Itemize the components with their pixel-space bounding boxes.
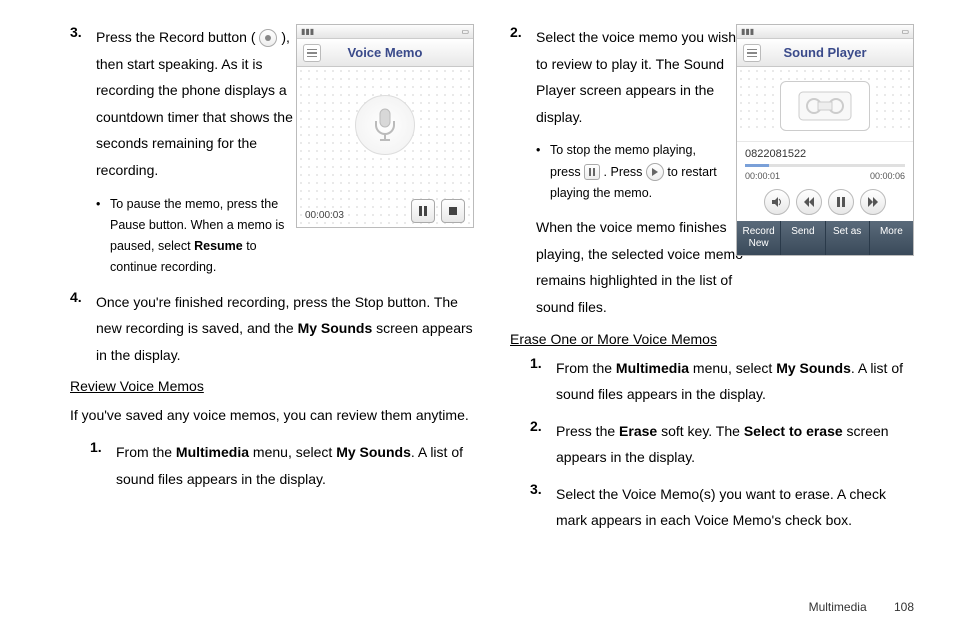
text: soft key. The — [657, 423, 744, 439]
erase-step-3-body: Select the Voice Memo(s) you want to era… — [556, 481, 914, 534]
text-bold: Select to erase — [744, 423, 843, 439]
text-bold: Multimedia — [176, 444, 249, 460]
progress-bar[interactable] — [745, 164, 905, 167]
step-number: 4. — [70, 289, 96, 369]
step-3-body: Press the Record button ( ), then start … — [96, 24, 306, 184]
step-4: 4. Once you're finished recording, press… — [70, 289, 474, 369]
text: From the — [556, 360, 616, 376]
status-bar: ▮▮▮ ▭ — [737, 25, 913, 39]
time-display: 00:00:01 00:00:06 — [737, 169, 913, 185]
record-icon — [259, 29, 277, 47]
text-bold: Multimedia — [616, 360, 689, 376]
phone-title-bar: Sound Player — [737, 39, 913, 67]
footer-page: 108 — [894, 600, 914, 614]
phone-title: Sound Player — [783, 45, 866, 60]
player-controls — [737, 185, 913, 221]
time-total: 00:00:06 — [870, 171, 905, 181]
menu-icon[interactable] — [743, 44, 761, 62]
signal-icon: ▮▮▮ — [741, 27, 754, 36]
phone-title-bar: Voice Memo — [297, 39, 473, 67]
erase-step-1: 1. From the Multimedia menu, select My S… — [530, 355, 914, 408]
text: Press the Record button ( — [96, 29, 256, 45]
prev-button[interactable] — [796, 189, 822, 215]
step-number: 1. — [530, 355, 556, 408]
battery-icon: ▭ — [461, 27, 469, 36]
step-number: 3. — [70, 24, 96, 184]
step-number: 3. — [530, 481, 556, 534]
text: menu, select — [689, 360, 776, 376]
pause-button[interactable] — [828, 189, 854, 215]
sound-player-body: 0822081522 00:00:01 00:00:06 Record New … — [737, 67, 913, 255]
phone-sound-player: ▮▮▮ ▭ Sound Player — [736, 24, 914, 256]
text-bold: Erase — [619, 423, 657, 439]
phone-voice-memo: ▮▮▮ ▭ Voice Memo 00:00:03 — [296, 24, 474, 228]
erase-step-2-body: Press the Erase soft key. The Select to … — [556, 418, 914, 471]
recording-controls — [411, 199, 465, 223]
stop-button[interactable] — [441, 199, 465, 223]
pause-icon — [584, 164, 600, 180]
text: menu, select — [249, 444, 336, 460]
heading-erase: Erase One or More Voice Memos — [510, 331, 914, 347]
right-column: 2. Select the voice memo you wish to rev… — [510, 24, 914, 544]
text-bold: My Sounds — [298, 320, 373, 336]
step-3-bullet: • To pause the memo, press the Pause but… — [96, 194, 286, 279]
text: ), then start speaking. As it is recordi… — [96, 29, 293, 178]
bullet-body: To pause the memo, press the Pause butto… — [110, 194, 286, 279]
erase-step-1-body: From the Multimedia menu, select My Soun… — [556, 355, 914, 408]
softkey-send[interactable]: Send — [781, 221, 825, 255]
next-button[interactable] — [860, 189, 886, 215]
softkey-set-as[interactable]: Set as — [826, 221, 870, 255]
step-number: 1. — [90, 439, 116, 492]
bullet-dot: • — [96, 194, 110, 279]
review-step-1: 1. From the Multimedia menu, select My S… — [90, 439, 474, 492]
text: . Press — [604, 165, 646, 179]
text: When the voice memo finishes playing, th… — [536, 214, 746, 320]
page-footer: Multimedia 108 — [809, 600, 914, 614]
erase-step-2: 2. Press the Erase soft key. The Select … — [530, 418, 914, 471]
text-bold: My Sounds — [776, 360, 851, 376]
signal-icon: ▮▮▮ — [301, 27, 314, 36]
review-intro: If you've saved any voice memos, you can… — [70, 402, 474, 429]
step-number: 2. — [530, 418, 556, 471]
volume-button[interactable] — [764, 189, 790, 215]
text: Press the — [556, 423, 619, 439]
status-bar: ▮▮▮ ▭ — [297, 25, 473, 39]
review-step-1-body: From the Multimedia menu, select My Soun… — [116, 439, 474, 492]
voice-memo-body: 00:00:03 — [297, 67, 473, 227]
bullet-dot: • — [536, 140, 550, 204]
pause-button[interactable] — [411, 199, 435, 223]
review-step-2-body: Select the voice memo you wish to review… — [536, 24, 746, 130]
softkey-record-new[interactable]: Record New — [737, 221, 781, 255]
phone-title: Voice Memo — [348, 45, 423, 60]
step-number: 2. — [510, 24, 536, 130]
softkey-more[interactable]: More — [870, 221, 913, 255]
bullet-body: To stop the memo playing, press . Press … — [550, 140, 726, 204]
battery-icon: ▭ — [901, 27, 909, 36]
play-icon — [646, 163, 664, 181]
text-bold: Resume — [194, 239, 243, 253]
microphone-icon — [355, 95, 415, 155]
review-step-2-bullet: • To stop the memo playing, press . Pres… — [536, 140, 726, 204]
text-bold: My Sounds — [336, 444, 411, 460]
spacer — [510, 214, 536, 320]
soft-keys: Record New Send Set as More — [737, 221, 913, 255]
sound-filename: 0822081522 — [737, 141, 913, 162]
menu-icon[interactable] — [303, 44, 321, 62]
time-elapsed: 00:00:01 — [745, 171, 780, 181]
text: From the — [116, 444, 176, 460]
erase-step-3: 3. Select the Voice Memo(s) you want to … — [530, 481, 914, 534]
left-column: 3. Press the Record button ( ), then sta… — [70, 24, 474, 544]
heading-review: Review Voice Memos — [70, 378, 474, 394]
footer-section: Multimedia — [809, 600, 867, 614]
recording-time: 00:00:03 — [305, 210, 344, 221]
step-4-body: Once you're finished recording, press th… — [96, 289, 474, 369]
cassette-icon — [780, 81, 870, 131]
